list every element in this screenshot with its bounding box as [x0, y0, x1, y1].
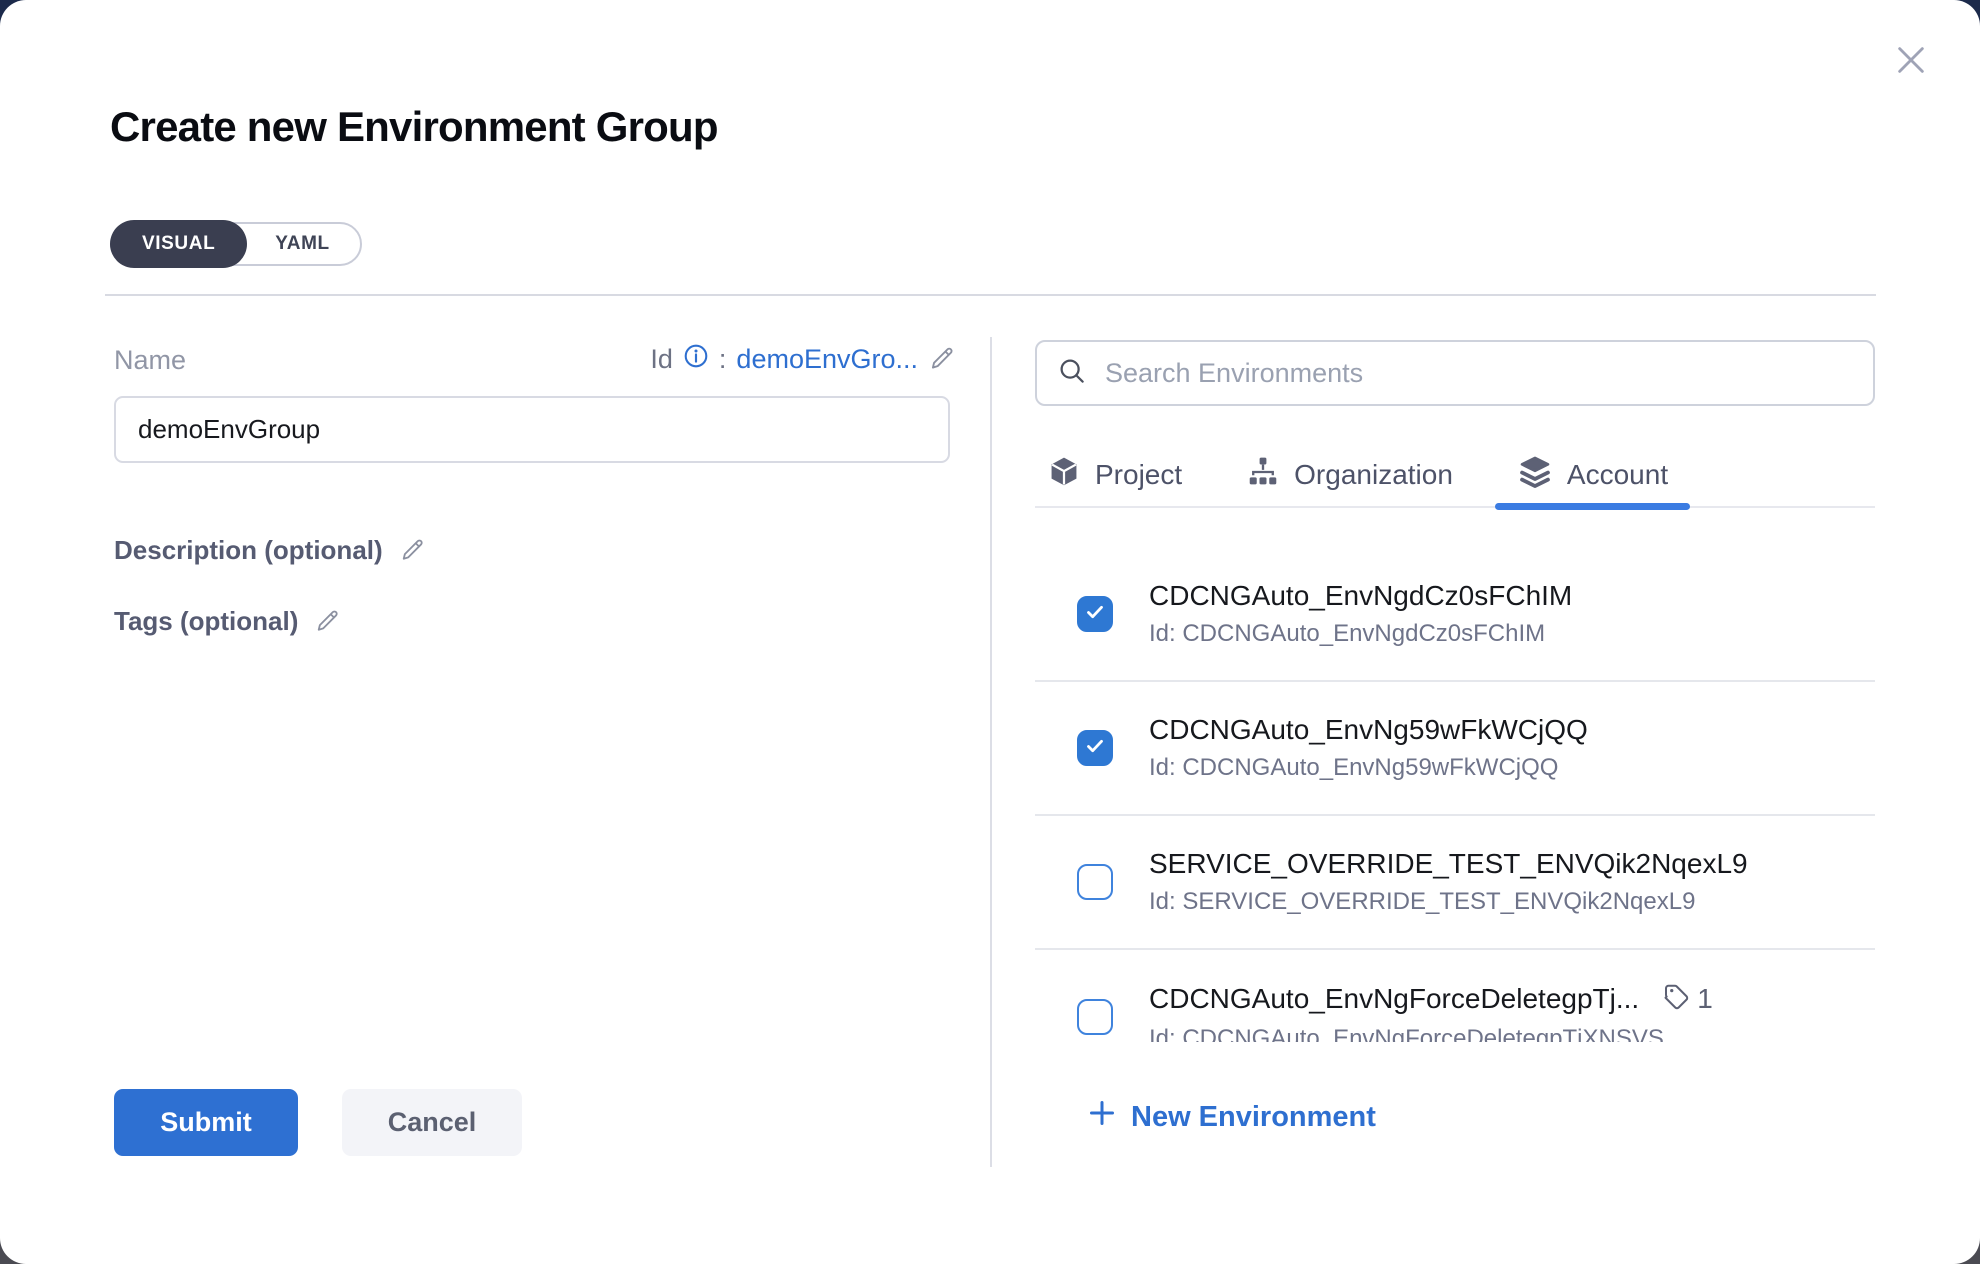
plus-icon [1087, 1098, 1117, 1136]
new-environment-button[interactable]: New Environment [1087, 1098, 1376, 1136]
toggle-yaml[interactable]: YAML [245, 222, 359, 266]
visual-yaml-toggle: VISUAL YAML [110, 222, 362, 266]
environment-checkbox[interactable] [1077, 999, 1113, 1035]
header-divider [105, 294, 1876, 296]
name-label: Name [114, 345, 186, 376]
cube-icon [1047, 455, 1081, 496]
environment-row[interactable]: CDCNGAuto_EnvNgdCz0sFChIM Id: CDCNGAuto_… [1035, 548, 1875, 682]
edit-pencil-icon [399, 536, 426, 566]
org-chart-icon [1246, 455, 1280, 496]
tab-project[interactable]: Project [1047, 444, 1182, 506]
tags-row: Tags (optional) [114, 606, 341, 637]
checkmark-icon [1083, 734, 1107, 763]
environment-text: SERVICE_OVERRIDE_TEST_ENVQik2NqexL9 Id: … [1149, 848, 1748, 916]
tab-organization-label: Organization [1294, 459, 1453, 491]
new-environment-label: New Environment [1131, 1101, 1376, 1134]
tab-organization[interactable]: Organization [1246, 444, 1453, 506]
environment-name: CDCNGAuto_EnvNgForceDeletegpTj... [1149, 983, 1639, 1015]
id-label: Id [650, 344, 673, 375]
environment-list: CDCNGAuto_EnvNgdCz0sFChIM Id: CDCNGAuto_… [1035, 508, 1875, 1042]
id-value[interactable]: demoEnvGro... [736, 344, 918, 375]
close-icon [1891, 40, 1931, 83]
screen-backdrop: Create new Environment Group VISUAL YAML… [0, 0, 1980, 1264]
edit-description-button[interactable] [399, 536, 426, 566]
tab-account-label: Account [1567, 459, 1668, 491]
tag-count: 1 [1697, 983, 1713, 1015]
environment-id: Id: SERVICE_OVERRIDE_TEST_ENVQik2NqexL9 [1149, 888, 1748, 916]
search-input[interactable] [1105, 358, 1853, 389]
environment-id: Id: CDCNGAuto_EnvNgdCz0sFChIM [1149, 620, 1572, 648]
id-colon: : [719, 344, 727, 375]
environment-checkbox[interactable] [1077, 864, 1113, 900]
tag-badge: 1 [1661, 982, 1713, 1017]
edit-pencil-icon [314, 607, 341, 637]
environment-name: CDCNGAuto_EnvNgdCz0sFChIM [1149, 580, 1572, 612]
environment-checkbox[interactable] [1077, 596, 1113, 632]
tab-account[interactable]: Account [1517, 444, 1668, 506]
environment-row[interactable]: CDCNGAuto_EnvNgForceDeletegpTj... 1 Id: … [1035, 950, 1875, 1042]
environment-id: Id: CDCNGAuto_EnvNg59wFkWCjQQ [1149, 754, 1588, 782]
layers-icon [1517, 454, 1553, 497]
environment-id: Id: CDCNGAuto_EnvNgForceDeletegpTjXNSVS [1149, 1025, 1713, 1043]
environment-name: CDCNGAuto_EnvNg59wFkWCjQQ [1149, 714, 1588, 746]
environment-row[interactable]: CDCNGAuto_EnvNg59wFkWCjQQ Id: CDCNGAuto_… [1035, 682, 1875, 816]
environment-row[interactable]: SERVICE_OVERRIDE_TEST_ENVQik2NqexL9 Id: … [1035, 816, 1875, 950]
tag-icon [1661, 982, 1691, 1017]
environments-panel: Project Organization Account [1035, 340, 1875, 1136]
environment-name: SERVICE_OVERRIDE_TEST_ENVQik2NqexL9 [1149, 848, 1748, 880]
environment-text: CDCNGAuto_EnvNgdCz0sFChIM Id: CDCNGAuto_… [1149, 580, 1572, 648]
toggle-visual[interactable]: VISUAL [110, 220, 247, 268]
create-environment-group-modal: Create new Environment Group VISUAL YAML… [0, 0, 1980, 1264]
edit-id-button[interactable] [928, 344, 956, 375]
tab-project-label: Project [1095, 459, 1182, 491]
environment-text: CDCNGAuto_EnvNg59wFkWCjQQ Id: CDCNGAuto_… [1149, 714, 1588, 782]
description-row: Description (optional) [114, 535, 426, 566]
checkmark-icon [1083, 600, 1107, 629]
page-title: Create new Environment Group [110, 103, 718, 151]
info-icon[interactable] [683, 343, 709, 376]
description-label: Description (optional) [114, 535, 383, 566]
name-input[interactable] [114, 396, 950, 463]
search-box [1035, 340, 1875, 406]
environment-checkbox[interactable] [1077, 730, 1113, 766]
panel-divider [990, 337, 992, 1167]
edit-pencil-icon [928, 344, 956, 375]
submit-button[interactable]: Submit [114, 1089, 298, 1156]
id-row: Id : demoEnvGro... [560, 343, 956, 376]
tags-label: Tags (optional) [114, 606, 298, 637]
cancel-button[interactable]: Cancel [342, 1089, 522, 1156]
environment-text: CDCNGAuto_EnvNgForceDeletegpTj... 1 Id: … [1149, 982, 1713, 1043]
scope-tabs: Project Organization Account [1035, 444, 1875, 508]
search-icon [1057, 356, 1087, 391]
close-button[interactable] [1888, 38, 1934, 84]
edit-tags-button[interactable] [314, 607, 341, 637]
